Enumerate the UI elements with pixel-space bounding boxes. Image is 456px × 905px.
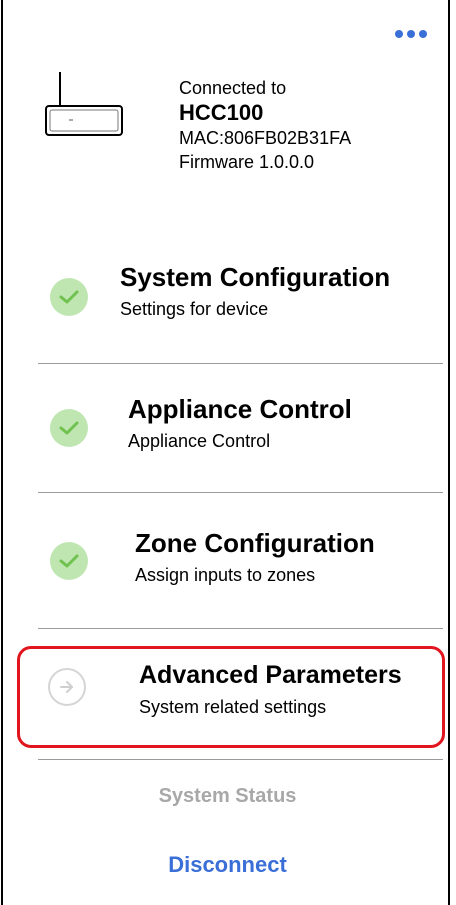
- more-options-icon[interactable]: [395, 30, 435, 40]
- menu-item-title: Advanced Parameters: [139, 661, 402, 689]
- menu-item-title: Appliance Control: [128, 394, 352, 424]
- divider: [38, 759, 443, 760]
- check-icon: [50, 542, 88, 580]
- arrow-right-circle-icon: [48, 668, 86, 706]
- firmware-version: Firmware 1.0.0.0: [179, 152, 315, 172]
- menu-item-advanced-parameters[interactable]: Advanced Parameters System related setti…: [3, 660, 452, 740]
- menu-item-title: Zone Configuration: [135, 528, 375, 558]
- mac-address: MAC:806FB02B31FA: [179, 128, 352, 148]
- system-status-button[interactable]: System Status: [3, 785, 452, 808]
- menu-item-appliance-control[interactable]: Appliance Control Appliance Control: [3, 392, 452, 492]
- app-frame: Connected to HCC100 MAC:806FB02B31FA Fir…: [1, 0, 450, 905]
- divider: [38, 492, 443, 493]
- connected-label: Connected to: [179, 78, 287, 98]
- divider: [38, 628, 443, 629]
- device-name: HCC100: [179, 100, 264, 125]
- menu-item-title: System Configuration: [120, 262, 391, 292]
- menu-item-subtitle: Settings for device: [120, 299, 269, 319]
- check-icon: [50, 278, 88, 316]
- connection-info: Connected to HCC100 MAC:806FB02B31FA Fir…: [179, 76, 351, 174]
- check-icon: [50, 409, 88, 447]
- router-device-icon: [45, 72, 123, 136]
- menu-item-system-configuration[interactable]: System Configuration Settings for device: [3, 258, 452, 358]
- menu-item-subtitle: Assign inputs to zones: [135, 565, 316, 585]
- menu-item-zone-configuration[interactable]: Zone Configuration Assign inputs to zone…: [3, 528, 452, 628]
- menu-item-subtitle: System related settings: [139, 697, 327, 717]
- menu-item-subtitle: Appliance Control: [128, 431, 271, 451]
- disconnect-button[interactable]: Disconnect: [3, 852, 452, 878]
- divider: [38, 363, 443, 364]
